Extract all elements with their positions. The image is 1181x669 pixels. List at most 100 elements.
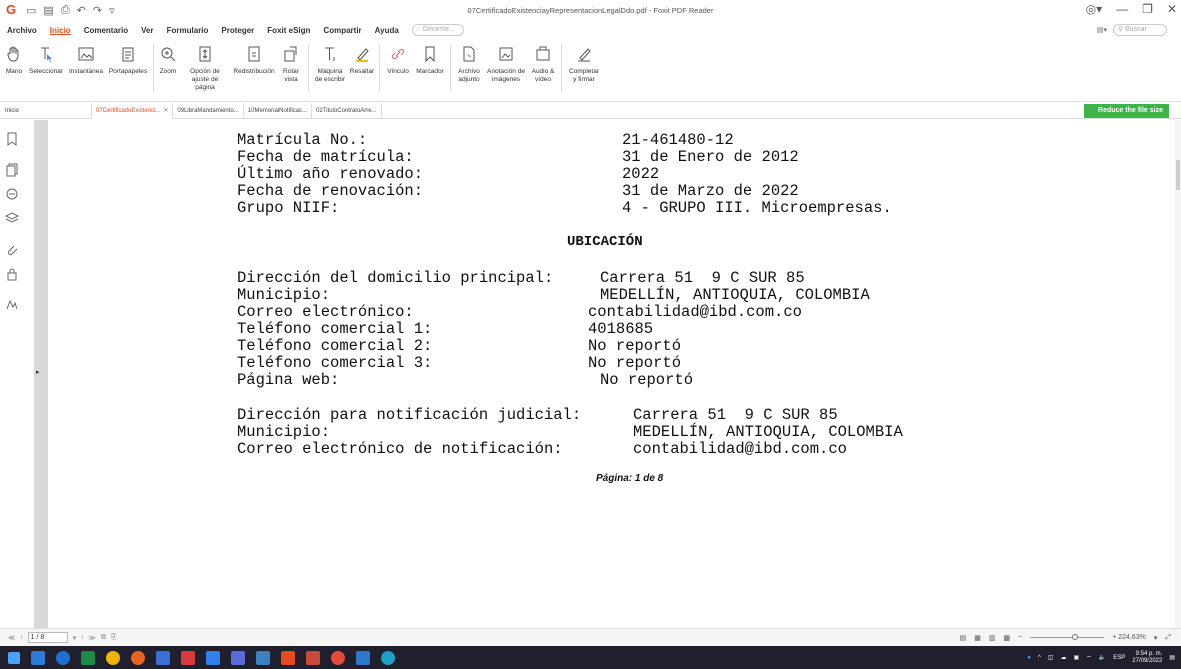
layout-toggle-icon[interactable]: ▤▾ [1097, 26, 1107, 34]
hand-tool-button[interactable]: Mano [2, 40, 26, 76]
undo-icon[interactable]: ↶ [77, 4, 86, 17]
app-icon[interactable] [181, 650, 195, 665]
reduce-file-size-button[interactable]: Reduce the file size [1084, 104, 1169, 118]
menu-compartir[interactable]: Compartir [323, 26, 361, 35]
first-page-icon[interactable]: ≪ [8, 634, 15, 642]
save-icon[interactable]: ▤ [43, 4, 53, 17]
restore-icon[interactable]: ❐ [1142, 2, 1153, 16]
tell-me-input[interactable]: ◌ Decirme... [411, 24, 464, 36]
word-icon[interactable] [356, 650, 370, 665]
edge-beta-icon[interactable] [381, 650, 395, 665]
tab-document-active[interactable]: 07CertificadoExistenci... ✕ [92, 102, 174, 119]
menu-comentario[interactable]: Comentario [84, 26, 128, 35]
tray-chevron-icon[interactable]: ^ [1038, 655, 1041, 661]
link-button[interactable]: Vínculo [383, 40, 413, 76]
image-annotation-button[interactable]: Anotación de imágenes [484, 40, 528, 84]
signatures-panel-icon[interactable] [5, 297, 19, 311]
typewriter-button[interactable]: Máquina de escribir [312, 40, 348, 84]
comments-panel-icon[interactable] [5, 187, 19, 201]
expand-panel-icon[interactable]: ▸ [36, 368, 40, 376]
zoom-slider[interactable] [1030, 634, 1105, 640]
zoom-dropdown-icon[interactable]: ▾ [1154, 634, 1158, 642]
wifi-icon[interactable]: ⌔ [1086, 654, 1092, 662]
zoom-slider-knob[interactable] [1072, 634, 1079, 640]
chrome-icon[interactable] [106, 650, 120, 665]
menu-inicio[interactable]: Inicio [50, 26, 71, 35]
single-page-view-icon[interactable]: ▤ [960, 634, 967, 642]
audio-video-button[interactable]: Audio & vídeo [528, 40, 558, 84]
foxit-taskbar-icon[interactable] [281, 650, 295, 665]
browser-icon[interactable] [331, 650, 345, 665]
tab-document[interactable]: 09LibraMandamiento... [173, 102, 244, 119]
last-page-icon[interactable]: ≫ [89, 634, 96, 642]
rotate-view-button[interactable]: Rotar vista [277, 40, 305, 84]
teams-icon[interactable] [231, 650, 245, 665]
zoom-level[interactable]: + 224,63% [1112, 634, 1146, 641]
powerpoint-icon[interactable] [306, 650, 320, 665]
people-icon[interactable] [206, 650, 220, 665]
menu-archivo[interactable]: Archivo [7, 26, 37, 35]
vertical-scrollbar[interactable] [1175, 120, 1181, 628]
clipboard-button[interactable]: Portapapeles [106, 40, 150, 76]
search-input[interactable]: ⚲ Buscar [1113, 24, 1167, 36]
zoom-out-icon[interactable]: − [1018, 634, 1022, 641]
continuous-facing-view-icon[interactable]: ▩ [1003, 634, 1010, 642]
previous-page-icon[interactable]: ‹ [20, 634, 22, 641]
quick-access-dropdown-icon[interactable]: ▿ [109, 4, 115, 17]
menu-formulario[interactable]: Formulario [167, 26, 209, 35]
onedrive-icon[interactable]: ☁ [1060, 654, 1066, 661]
tab-inicio[interactable]: Inicio [0, 102, 92, 119]
menu-proteger[interactable]: Proteger [221, 26, 254, 35]
search-app-icon[interactable] [131, 650, 145, 665]
weather-icon[interactable]: ● [1027, 655, 1031, 661]
tab-document[interactable]: 10MemorialNotificac... [244, 102, 313, 119]
tab-document[interactable]: 02TituloContratoArre... [312, 102, 382, 119]
attachments-panel-icon[interactable] [5, 243, 19, 257]
fill-sign-button[interactable]: Completar y firmar [565, 40, 603, 84]
menu-ayuda[interactable]: Ayuda [375, 26, 399, 35]
network-icon[interactable]: ◫ [1048, 654, 1054, 661]
minimize-icon[interactable]: — [1116, 2, 1128, 16]
continuous-view-icon[interactable]: ▦ [974, 634, 981, 642]
photos-icon[interactable] [156, 650, 170, 665]
next-page-icon[interactable]: › [81, 634, 83, 641]
attachment-button[interactable]: Archivo adjunto [454, 40, 484, 84]
select-button[interactable]: Seleccionar [26, 40, 66, 76]
redo-icon[interactable]: ↷ [93, 4, 102, 17]
menu-foxit-esign[interactable]: Foxit eSign [267, 26, 310, 35]
clock[interactable]: 9:54 p. m. 27/09/2022 [1132, 651, 1162, 665]
account-icon[interactable]: ◎▾ [1086, 2, 1103, 16]
zoom-button[interactable]: Zoom [157, 40, 179, 76]
page-number-input[interactable]: 1 / 8 [27, 632, 68, 643]
sidebar-splitter[interactable]: ▸ [34, 120, 48, 628]
menu-ver[interactable]: Ver [141, 26, 153, 35]
close-tab-icon[interactable]: ✕ [163, 108, 168, 114]
page-dropdown-icon[interactable]: ▾ [73, 634, 77, 642]
edge-icon[interactable] [56, 650, 70, 665]
close-icon[interactable]: ✕ [1167, 2, 1177, 16]
display-icon[interactable]: ▣ [1073, 654, 1079, 661]
bookmark-button[interactable]: Marcador [413, 40, 447, 76]
security-panel-icon[interactable] [5, 267, 19, 281]
outlook-icon[interactable] [31, 650, 45, 665]
volume-icon[interactable]: 🔈 [1099, 654, 1106, 661]
fullscreen-icon[interactable]: ⤢ [1165, 634, 1171, 642]
snapshot-button[interactable]: Instantánea [66, 40, 106, 76]
start-menu-icon[interactable] [8, 651, 20, 664]
copy-page-icon[interactable]: ⎘ [111, 634, 117, 642]
open-icon[interactable]: ▭ [26, 4, 36, 17]
highlight-button[interactable]: Resaltar [348, 40, 376, 76]
notifications-icon[interactable]: ▤ [1169, 654, 1175, 661]
file-explorer-icon[interactable] [256, 650, 270, 665]
fit-page-button[interactable]: Opción de ajuste de página [179, 40, 231, 92]
reflow-button[interactable]: Redistribución [231, 40, 277, 76]
language-indicator[interactable]: ESP [1113, 655, 1125, 661]
scrollbar-thumb[interactable] [1176, 160, 1180, 190]
print-icon[interactable]: ⎙ [61, 4, 70, 17]
bookmarks-panel-icon[interactable] [5, 132, 19, 146]
layers-panel-icon[interactable] [4, 211, 20, 225]
facing-view-icon[interactable]: ▥ [989, 634, 996, 642]
extract-page-icon[interactable]: ⧉ [101, 634, 106, 642]
excel-icon[interactable] [81, 650, 95, 665]
pages-panel-icon[interactable] [5, 163, 19, 177]
